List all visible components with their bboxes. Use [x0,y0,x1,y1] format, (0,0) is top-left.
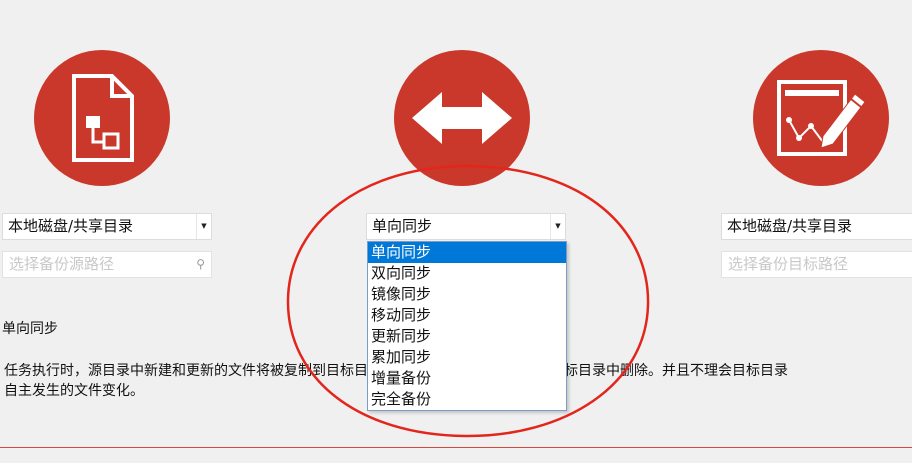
target-icon-circle [753,50,889,186]
source-path-placeholder: 选择备份源路径 [9,255,115,273]
sync-option[interactable]: 镜像同步 [368,284,566,305]
edit-document-icon [777,80,866,156]
search-icon[interactable]: ⚲ [196,252,205,277]
divider [0,447,912,448]
document-icon [72,74,134,162]
mode-title: 单向同步 [2,321,58,337]
source-path-input[interactable]: 选择备份源路径 ⚲ [2,251,212,278]
sync-mode-select[interactable]: 单向同步 ▼ [366,213,566,240]
sync-mode-icon-circle [394,50,530,186]
source-icon-circle [34,50,170,186]
sync-option[interactable]: 增量备份 [368,368,566,389]
target-path-placeholder: 选择备份目标路径 [728,255,849,273]
target-type-value: 本地磁盘/共享目录 [727,217,853,235]
sync-option[interactable]: 移动同步 [368,305,566,326]
sync-option[interactable]: 累加同步 [368,347,566,368]
sync-mode-dropdown[interactable]: 单向同步 双向同步 镜像同步 移动同步 更新同步 累加同步 增量备份 完全备份 [367,241,567,411]
sync-option[interactable]: 更新同步 [368,326,566,347]
sync-mode-value: 单向同步 [372,217,433,235]
target-path-input[interactable]: 选择备份目标路径 [721,251,912,278]
chevron-down-icon[interactable]: ▼ [550,214,565,239]
source-type-value: 本地磁盘/共享目录 [8,217,134,235]
sync-option[interactable]: 双向同步 [368,263,566,284]
chevron-down-icon[interactable]: ▼ [196,214,211,239]
sync-option[interactable]: 完全备份 [368,389,566,410]
target-type-select[interactable]: 本地磁盘/共享目录 [721,213,912,240]
source-type-select[interactable]: 本地磁盘/共享目录 ▼ [2,213,212,240]
bidirectional-arrow-icon [412,92,512,144]
sync-option[interactable]: 单向同步 [368,242,566,263]
